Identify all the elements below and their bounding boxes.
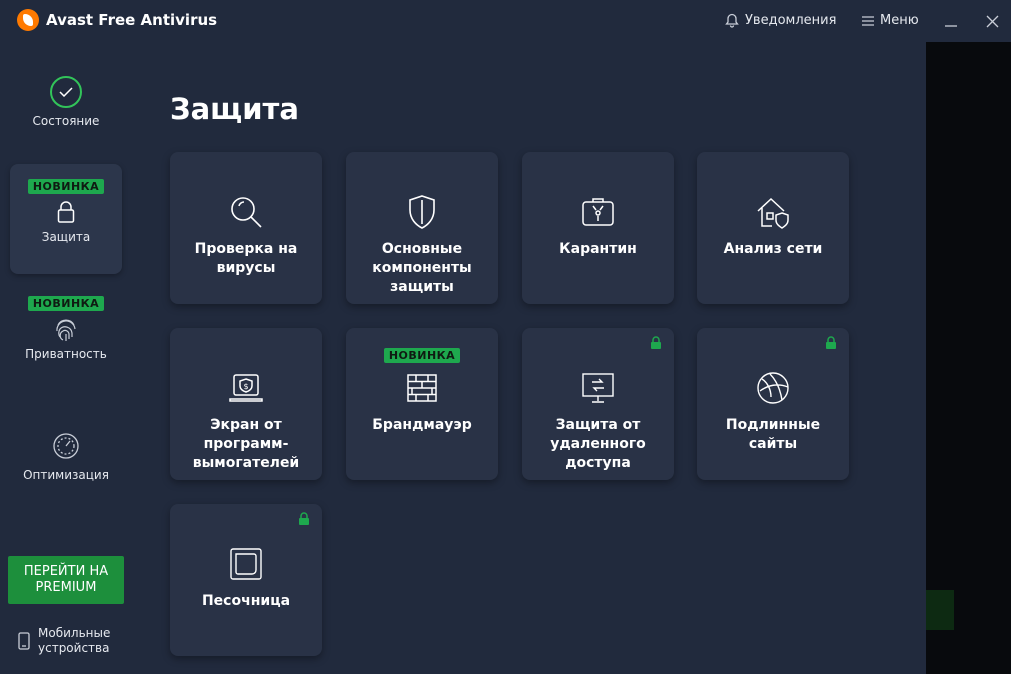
sidebar-item-label: Состояние xyxy=(32,114,100,128)
new-badge: НОВИНКА xyxy=(383,348,461,363)
svg-text:$: $ xyxy=(243,382,248,391)
sidebar-item-status[interactable]: Состояние xyxy=(10,76,122,136)
tile-remote-access-shield[interactable]: Защита от удаленного доступа xyxy=(522,328,674,480)
notifications-button[interactable]: Уведомления xyxy=(725,13,836,28)
sidebar-item-label: Оптимизация xyxy=(23,468,109,482)
ransomware-laptop-icon: $ xyxy=(170,368,322,408)
tile-label: Экран от программ- вымогателей xyxy=(192,417,300,471)
phone-icon xyxy=(18,632,30,650)
sandbox-icon xyxy=(170,544,322,584)
menu-button[interactable]: Меню xyxy=(862,13,919,28)
tile-quarantine[interactable]: Карантин xyxy=(522,152,674,304)
sidebar-item-optimization[interactable]: Оптимизация xyxy=(10,432,122,488)
app-window: Avast Free Antivirus Уведомления Меню Со… xyxy=(0,0,1011,674)
mobile-devices-link[interactable]: Мобильные устройства xyxy=(18,626,110,656)
lock-icon xyxy=(10,200,122,224)
sidebar-item-protection[interactable]: НОВИНКА Защита xyxy=(10,164,122,274)
tile-label: Карантин xyxy=(559,241,637,257)
check-icon xyxy=(50,76,82,108)
gauge-icon xyxy=(10,432,122,460)
page-title: Защита xyxy=(170,92,299,126)
tile-real-site[interactable]: Подлинные сайты xyxy=(697,328,849,480)
brick-wall-icon xyxy=(346,368,498,408)
tile-label: Основные компоненты защиты xyxy=(372,241,472,295)
lock-icon xyxy=(298,512,310,525)
go-premium-label: ПЕРЕЙТИ НА PREMIUM xyxy=(23,564,109,595)
tile-label: Подлинные сайты xyxy=(725,417,821,452)
menu-label: Меню xyxy=(880,13,919,28)
lock-icon xyxy=(650,336,662,349)
hamburger-icon xyxy=(862,15,874,26)
quarantine-box-icon xyxy=(522,192,674,232)
background-area xyxy=(926,42,1011,674)
fingerprint-icon xyxy=(10,317,122,343)
tile-ransomware-shield[interactable]: $ Экран от программ- вымогателей xyxy=(170,328,322,480)
minimize-button[interactable] xyxy=(938,8,964,34)
tile-label: Песочница xyxy=(201,593,291,609)
lock-icon xyxy=(825,336,837,349)
close-icon xyxy=(986,15,998,27)
globe-icon xyxy=(697,368,849,408)
magnifier-icon xyxy=(170,192,322,232)
tile-label: Брандмауэр xyxy=(372,417,472,433)
sidebar-item-label: Приватность xyxy=(25,347,107,361)
tile-label: Анализ сети xyxy=(723,241,823,257)
avast-logo-icon xyxy=(17,9,39,31)
tile-sandbox[interactable]: Песочница xyxy=(170,504,322,656)
tile-network-inspector[interactable]: Анализ сети xyxy=(697,152,849,304)
mobile-devices-label: Мобильные устройства xyxy=(38,626,111,655)
background-green-strip xyxy=(926,590,954,630)
remote-monitor-icon xyxy=(522,368,674,408)
tile-firewall[interactable]: НОВИНКА Брандмауэр xyxy=(346,328,498,480)
title-bar: Avast Free Antivirus Уведомления Меню xyxy=(0,0,1011,42)
minimize-icon xyxy=(945,25,957,27)
sidebar-item-label: Защита xyxy=(41,230,91,244)
new-badge: НОВИНКА xyxy=(27,179,105,194)
sidebar: Состояние НОВИНКА Защита НОВИНКА Приватн… xyxy=(0,42,132,674)
tile-core-shields[interactable]: Основные компоненты защиты xyxy=(346,152,498,304)
tile-virus-scan[interactable]: Проверка на вирусы xyxy=(170,152,322,304)
notifications-label: Уведомления xyxy=(745,13,837,28)
tile-label: Проверка на вирусы xyxy=(194,241,298,276)
tile-label: Защита от удаленного доступа xyxy=(550,417,646,471)
close-button[interactable] xyxy=(979,8,1005,34)
new-badge: НОВИНКА xyxy=(27,296,105,311)
shield-icon xyxy=(346,192,498,232)
bell-icon xyxy=(725,13,739,28)
home-network-icon xyxy=(697,192,849,232)
app-title: Avast Free Antivirus xyxy=(46,11,218,29)
go-premium-button[interactable]: ПЕРЕЙТИ НА PREMIUM xyxy=(8,556,124,604)
sidebar-item-privacy[interactable]: НОВИНКА Приватность xyxy=(10,292,122,366)
